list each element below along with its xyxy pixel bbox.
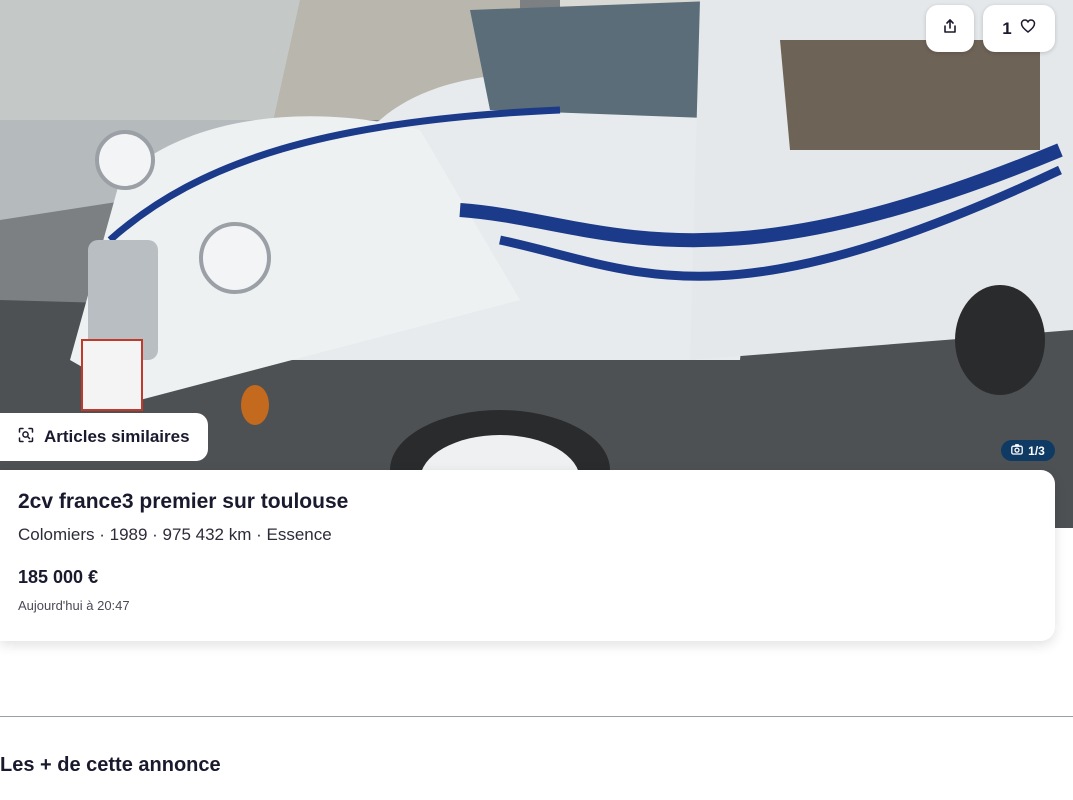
heart-icon — [1020, 18, 1036, 39]
favorite-button[interactable]: 1 — [983, 5, 1055, 52]
share-icon — [942, 18, 958, 39]
listing-meta: Colomiers · 1989 · 975 432 km · Essence — [18, 525, 332, 544]
share-button[interactable] — [926, 5, 974, 52]
visual-search-icon — [18, 427, 34, 448]
similar-articles-label: Articles similaires — [44, 427, 190, 446]
photo-counter-text: 1/3 — [1028, 443, 1045, 458]
listing-title: 2cv france3 premier sur toulouse — [18, 490, 349, 513]
highlights-section-title: Les + de cette annonce — [0, 754, 221, 776]
section-divider — [0, 716, 1073, 717]
favorites-count: 1 — [1002, 18, 1012, 38]
listing-price: 185 000 € — [18, 567, 99, 587]
camera-icon — [1011, 443, 1024, 458]
listing-date: Aujourd'hui à 20:47 — [18, 598, 130, 613]
similar-articles-button[interactable]: Articles similaires — [0, 413, 208, 461]
photo-counter-badge: 1/3 — [1001, 440, 1055, 461]
listing-summary-card: 2cv france3 premier sur toulouse Colomie… — [0, 470, 1055, 641]
